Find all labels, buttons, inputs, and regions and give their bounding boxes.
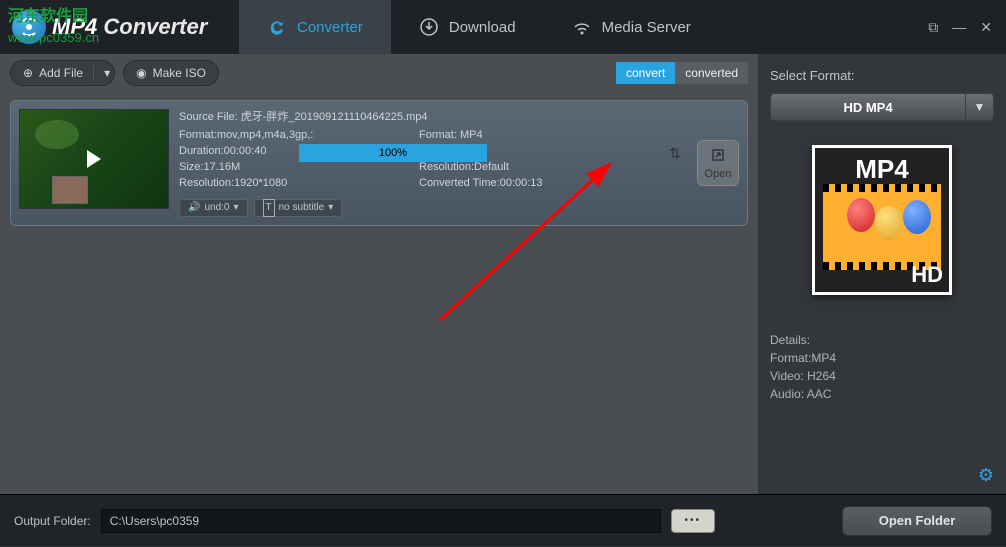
label: Resolution: xyxy=(179,177,234,189)
value: 00:00:13 xyxy=(500,177,543,189)
value: und:0 xyxy=(204,200,229,216)
details-label: Details: xyxy=(770,331,994,349)
open-folder-button[interactable]: Open Folder xyxy=(842,506,992,536)
format-dropdown[interactable]: HD MP4 ▼ xyxy=(770,93,994,121)
tab-label: Download xyxy=(449,19,516,36)
toolbar: ⊕ Add File ▾ ◉ Make ISO convert converte… xyxy=(0,54,758,92)
window-controls: ⧉ — ✕ xyxy=(928,19,1006,36)
footer: Output Folder: ••• Open Folder xyxy=(0,494,1006,546)
wifi-icon xyxy=(572,17,592,37)
popout-icon[interactable]: ⧉ xyxy=(928,19,938,36)
button-label: Add File xyxy=(39,66,83,80)
file-info: Source File: 虎牙-胖炸_201909121110464225.mp… xyxy=(179,109,687,217)
audio-track-select[interactable]: 🔊 und:0 ▾ xyxy=(179,199,248,217)
format-details: Details: Format:MP4 Video: H264 Audio: A… xyxy=(770,331,994,403)
subtitle-select[interactable]: T no subtitle ▾ xyxy=(254,199,343,217)
output-folder-input[interactable] xyxy=(101,509,661,533)
tab-media-server[interactable]: Media Server xyxy=(544,0,719,54)
main-tabs: Converter Download Media Server xyxy=(239,0,719,54)
add-file-button[interactable]: ⊕ Add File ▾ xyxy=(10,60,115,86)
value: MP4 xyxy=(460,129,483,141)
chevron-down-icon: ▾ xyxy=(328,200,333,216)
chevron-down-icon: ▾ xyxy=(233,200,238,216)
text-icon: T xyxy=(263,199,275,217)
format-value: HD MP4 xyxy=(771,100,965,115)
label: Format: xyxy=(179,129,217,141)
detail-format: Format:MP4 xyxy=(770,349,994,367)
format-preview-icon: MP4 HD xyxy=(812,145,952,295)
app-title: MP4 Converter xyxy=(52,14,207,40)
sort-icon[interactable]: ⇅ xyxy=(669,145,681,161)
browse-button[interactable]: ••• xyxy=(671,509,715,533)
preview-label-top: MP4 xyxy=(815,154,949,185)
make-iso-button[interactable]: ◉ Make ISO xyxy=(123,60,219,86)
label: Resolution: xyxy=(419,161,474,173)
tab-label: Converter xyxy=(297,19,363,36)
value: Default xyxy=(474,161,509,173)
download-icon xyxy=(419,17,439,37)
app-logo-icon xyxy=(12,10,46,44)
title-bar: MP4 Converter 河东软件园 www.pc0359.cn Conver… xyxy=(0,0,1006,54)
file-item: Source File: 虎牙-胖炸_201909121110464225.mp… xyxy=(10,100,748,226)
label: Duration: xyxy=(179,145,224,157)
button-label: Make ISO xyxy=(153,66,206,80)
detail-audio: Audio: AAC xyxy=(770,385,994,403)
source-file-value: 虎牙-胖炸_201909121110464225.mp4 xyxy=(241,111,428,123)
refresh-icon xyxy=(267,17,287,37)
label: Size: xyxy=(179,161,203,173)
toggle-converted[interactable]: converted xyxy=(675,62,748,84)
tab-converter[interactable]: Converter xyxy=(239,0,391,54)
preview-label-bottom: HD xyxy=(911,262,943,288)
video-thumbnail[interactable] xyxy=(19,109,169,209)
open-icon xyxy=(710,147,726,166)
chevron-down-icon: ▾ xyxy=(104,66,110,80)
toggle-convert[interactable]: convert xyxy=(616,62,675,84)
label: Format: xyxy=(419,129,460,141)
value: 00:00:40 xyxy=(224,145,267,157)
logo-area: MP4 Converter 河东软件园 www.pc0359.cn xyxy=(0,0,239,54)
value: 1920*1080 xyxy=(234,177,287,189)
speaker-icon: 🔊 xyxy=(188,200,200,216)
label: Converted Time: xyxy=(419,177,500,189)
tab-download[interactable]: Download xyxy=(391,0,544,54)
tab-label: Media Server xyxy=(602,19,691,36)
gear-icon[interactable]: ⚙ xyxy=(978,465,994,486)
progress-bar: 100% xyxy=(299,144,487,162)
open-output-button[interactable]: Open xyxy=(697,140,739,186)
value: no subtitle xyxy=(279,200,325,216)
play-icon xyxy=(87,150,101,168)
minimize-icon[interactable]: — xyxy=(952,19,966,36)
convert-toggle: convert converted xyxy=(616,62,748,84)
output-folder-label: Output Folder: xyxy=(14,514,91,528)
close-icon[interactable]: ✕ xyxy=(980,19,992,36)
value: mov,mp4,m4a,3gp,: xyxy=(217,129,313,141)
disc-icon: ◉ xyxy=(136,66,146,80)
source-file-label: Source File: xyxy=(179,111,241,123)
select-format-label: Select Format: xyxy=(770,68,994,83)
format-panel: Select Format: HD MP4 ▼ MP4 HD Details: … xyxy=(758,54,1006,494)
chevron-down-icon: ▼ xyxy=(965,93,993,121)
plus-icon: ⊕ xyxy=(23,66,33,80)
converter-panel: ⊕ Add File ▾ ◉ Make ISO convert converte… xyxy=(0,54,758,494)
detail-video: Video: H264 xyxy=(770,367,994,385)
button-label: Open xyxy=(705,168,732,180)
value: 17.16M xyxy=(203,161,240,173)
